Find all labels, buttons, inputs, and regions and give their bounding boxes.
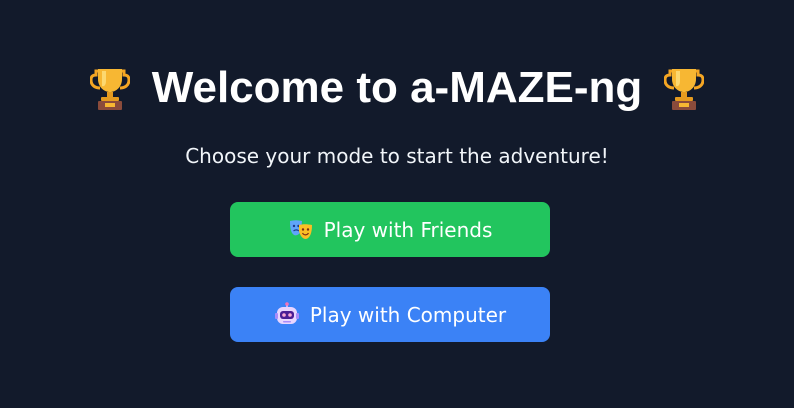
subtitle: Choose your mode to start the adventure!	[185, 144, 609, 168]
play-with-computer-button[interactable]: Play with Computer	[230, 287, 550, 342]
theater-masks-icon	[289, 219, 312, 239]
trophy-icon	[89, 69, 130, 110]
home-screen: Welcome to a-MAZE-ng Choose your mode to…	[0, 0, 794, 408]
play-with-friends-button[interactable]: Play with Friends	[230, 202, 550, 257]
title-row: Welcome to a-MAZE-ng	[0, 56, 794, 120]
page-title: Welcome to a-MAZE-ng	[151, 63, 643, 112]
play-with-computer-label: Play with Computer	[309, 302, 507, 327]
play-with-friends-label: Play with Friends	[323, 217, 493, 242]
robot-icon	[274, 301, 299, 324]
trophy-icon	[664, 69, 705, 110]
